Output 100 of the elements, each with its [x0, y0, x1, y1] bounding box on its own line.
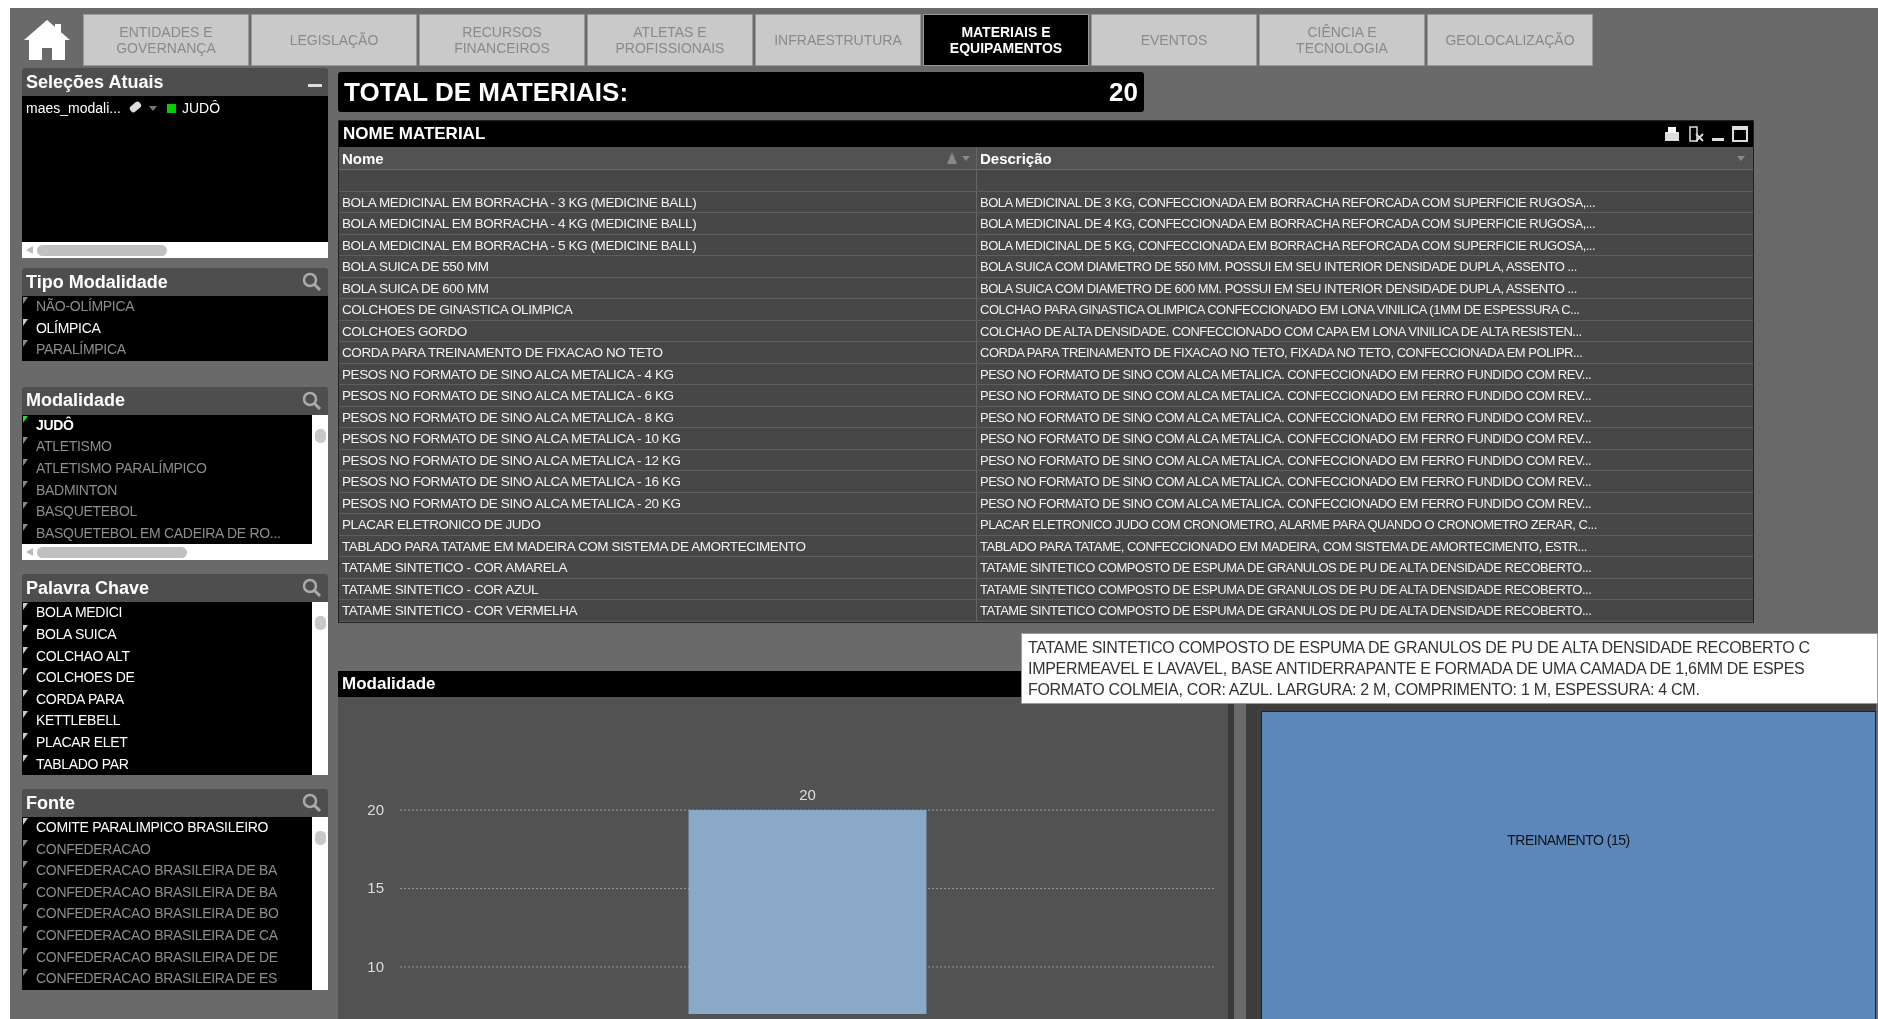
- printer-icon[interactable]: [1663, 125, 1681, 143]
- vertical-scrollbar[interactable]: [312, 602, 328, 776]
- vertical-scrollbar[interactable]: [312, 414, 328, 545]
- table-cell: PESOS NO FORMATO DE SINO ALCA METALICA - 16 KG: [339, 471, 977, 492]
- panel-title: Modalidade: [26, 390, 125, 412]
- table-cell-text: BOLA MEDICINAL DE 4 KG, CONFECCIONADA EM BORRACHA REFORCADA COM SUPERFICIE RUGOSA,...: [979, 215, 1597, 233]
- table-cell-text: BOLA MEDICINAL DE 3 KG, CONFECCIONADA EM BORRACHA REFORCADA COM SUPERFICIE RUGOSA,...: [979, 193, 1597, 212]
- treemap-tile[interactable]: TREINAMENTO (15): [1261, 710, 1876, 1019]
- table-cell-text: TATAME SINTETICO COMPOSTO DE ESPUMA DE GRANULOS DE PU DE ALTA DENSIDADE RECOBERTO...: [979, 580, 1593, 599]
- maximize-icon[interactable]: [1731, 125, 1749, 143]
- table-cell-text: CORDA PARA TREINAMENTO DE FIXACAO NO TETO, FIXADA NO TETO, CONFECCIONADA EM POLIPR...: [979, 344, 1584, 362]
- table-cell: PESOS NO FORMATO DE SINO ALCA METALICA - 8 KG: [339, 406, 977, 427]
- tooltip-text: IMPERMEAVEL E LAVAVEL, BASE ANTIDERRAPANTE E FORMADA DE UMA CAMADA DE 1,6MM DE ESPES: [1028, 659, 1806, 679]
- list-item[interactable]: CONFEDERACAO BRASILEIRA DE ES: [22, 968, 312, 990]
- table-cell-text: PESO NO FORMATO DE SINO COM ALCA METALICA. CONFECCIONADO EM FERRO FUNDIDO COM REV...: [979, 430, 1593, 448]
- list-item[interactable]: CONFEDERACAO BRASILEIRA DE BA: [22, 881, 312, 904]
- panel-title: Fonte: [26, 792, 75, 814]
- list-item[interactable]: BOLA MEDICI: [22, 602, 312, 624]
- table-cell-text: PLACAR ELETRONICO JUDO COM CRONOMETRO, ALARME PARA QUANDO O CRONOMETRO ZERAR, C...: [979, 516, 1598, 534]
- list-item[interactable]: KETTLEBELL: [22, 710, 312, 732]
- table-cell: BOLA SUICA DE 600 MM: [339, 277, 977, 298]
- table-cell: COLCHOES GORDO: [339, 320, 977, 341]
- vertical-scrollbar[interactable]: [312, 817, 328, 990]
- table-cell: CORDA PARA TREINAMENTO DE FIXACAO NO TETO: [339, 342, 977, 363]
- list-item[interactable]: COLCHAO ALT: [22, 645, 312, 668]
- table-cell: PLACAR ELETRONICO DE JUDO: [339, 514, 977, 535]
- table-title: NOME MATERIAL: [343, 124, 486, 144]
- table-cell: BOLA MEDICINAL EM BORRACHA - 4 KG (MEDICINE BALL): [339, 213, 977, 234]
- search-icon[interactable]: [302, 578, 322, 599]
- column-header[interactable]: Descrição: [980, 149, 1052, 167]
- horizontal-scrollbar[interactable]: [22, 242, 328, 258]
- axis-tick-label: 10: [367, 957, 384, 975]
- table-cell-text: TABLADO PARA TATAME, CONFECCIONADO EM MADEIRA, COM SISTEMA DE AMORTECIMENTO, ESTR...: [979, 537, 1588, 556]
- table-cell: TATAME SINTETICO - COR VERMELHA: [339, 600, 977, 621]
- table-cell: TATAME SINTETICO - COR AZUL: [339, 578, 977, 599]
- list-item[interactable]: ATLETISMO: [22, 436, 312, 458]
- list-item[interactable]: PARALÍMPICA: [22, 339, 328, 361]
- caret-icon[interactable]: [1737, 155, 1745, 161]
- list-item[interactable]: BASQUETEBOL EM CADEIRA DE RO...: [22, 522, 312, 545]
- table-cell: BOLA MEDICINAL EM BORRACHA - 5 KG (MEDICINE BALL): [339, 234, 977, 255]
- search-icon[interactable]: [302, 272, 322, 292]
- table-cell: PESOS NO FORMATO DE SINO ALCA METALICA - 4 KG: [339, 363, 977, 384]
- table-cell-text: PESO NO FORMATO DE SINO COM ALCA METALICA. CONFECCIONADO EM FERRO FUNDIDO COM REV...: [979, 408, 1593, 427]
- data-label: 20: [799, 785, 816, 803]
- table-cell: BOLA SUICA DE 550 MM: [339, 256, 977, 277]
- table-cell-text: PESO NO FORMATO DE SINO COM ALCA METALICA. CONFECCIONADO EM FERRO FUNDIDO COM REV...: [979, 387, 1593, 405]
- list-item[interactable]: ATLETISMO PARALÍMPICO: [22, 457, 312, 480]
- chart-title: Modalidade: [342, 673, 436, 694]
- left-arrow-icon[interactable]: [26, 548, 33, 557]
- list-item[interactable]: BASQUETEBOL: [22, 501, 312, 523]
- list-item[interactable]: CONFEDERACAO BRASILEIRA DE BA: [22, 860, 312, 882]
- tooltip-text: FORMATO COLMEIA, COR: AZUL. LARGURA: 2 M, COMPRIMENTO: 1 M, ESPESSURA: 4 CM.: [1028, 680, 1701, 700]
- table-cell-text: BOLA SUICA COM DIAMETRO DE 550 MM. POSSUI EM SEU INTERIOR DENSIDADE DUPLA, ASSENTO ...: [979, 258, 1578, 276]
- table-cell-text: PESO NO FORMATO DE SINO COM ALCA METALICA. CONFECCIONADO EM FERRO FUNDIDO COM REV...: [979, 494, 1593, 513]
- table-cell-text: COLCHAO PARA GINASTICA OLIMPICA CONFECCIONADO EM LONA VINILICA (1MM DE ESPESSURA C...: [979, 301, 1581, 319]
- column-header[interactable]: Nome: [342, 149, 384, 167]
- left-arrow-icon[interactable]: [26, 246, 33, 254]
- list-item[interactable]: NÃO-OLÍMPICA: [22, 296, 328, 318]
- home-icon[interactable]: [22, 18, 72, 62]
- list-item[interactable]: OLÍMPICA: [22, 317, 328, 340]
- table-cell-text: TATAME SINTETICO COMPOSTO DE ESPUMA DE GRANULOS DE PU DE ALTA DENSIDADE RECOBERTO...: [979, 602, 1593, 620]
- table-cell: PESOS NO FORMATO DE SINO ALCA METALICA - 12 KG: [339, 449, 977, 470]
- table-cell-text: COLCHAO DE ALTA DENSIDADE. CONFECCIONADO COM CAPA EM LONA VINILICA DE ALTA RESISTEN...: [979, 322, 1583, 341]
- selected-indicator-icon: [166, 103, 176, 113]
- table-cell: TABLADO PARA TATAME EM MADEIRA COM SISTEMA DE AMORTECIMENTO: [339, 535, 977, 556]
- tab[interactable]: MATERIAIS E EQUIPAMENTOS: [923, 14, 1089, 66]
- axis-tick-label: 20: [367, 800, 384, 818]
- search-icon[interactable]: [302, 793, 322, 814]
- minimize-icon[interactable]: [308, 83, 322, 87]
- panel-title: Seleções Atuais: [26, 71, 164, 93]
- list-item[interactable]: CORDA PARA: [22, 688, 312, 711]
- list-item[interactable]: CONFEDERACAO: [22, 838, 312, 861]
- caret-icon[interactable]: [148, 105, 157, 111]
- list-item[interactable]: BOLA SUICA: [22, 623, 312, 646]
- horizontal-scrollbar[interactable]: [22, 544, 328, 561]
- table-cell-text: BOLA MEDICINAL DE 5 KG, CONFECCIONADA EM BORRACHA REFORCADA COM SUPERFICIE RUGOSA,...: [979, 236, 1597, 255]
- list-item[interactable]: CONFEDERACAO BRASILEIRA DE BO: [22, 903, 312, 926]
- list-item[interactable]: TABLADO PAR: [22, 753, 312, 776]
- table-cell-text: PESO NO FORMATO DE SINO COM ALCA METALICA. CONFECCIONADO EM FERRO FUNDIDO COM REV...: [979, 473, 1593, 491]
- list-item[interactable]: PLACAR ELET: [22, 731, 312, 754]
- list-item[interactable]: CONFEDERACAO BRASILEIRA DE CA: [22, 925, 312, 947]
- list-item[interactable]: CONFEDERACAO BRASILEIRA DE DE: [22, 946, 312, 969]
- table-cell-text: BOLA SUICA COM DIAMETRO DE 600 MM. POSSUI EM SEU INTERIOR DENSIDADE DUPLA, ASSENTO ...: [979, 279, 1578, 298]
- panel-title: Palavra Chave: [26, 577, 150, 599]
- search-icon[interactable]: [302, 390, 322, 411]
- table-cell: BOLA MEDICINAL EM BORRACHA - 3 KG (MEDICINE BALL): [339, 191, 977, 212]
- export-icon[interactable]: [1687, 125, 1705, 143]
- list-item[interactable]: JUDÔ: [22, 414, 312, 437]
- panel-title: Tipo Modalidade: [26, 271, 168, 293]
- list-item[interactable]: COLCHOES DE: [22, 667, 312, 689]
- table-cell-text: PESO NO FORMATO DE SINO COM ALCA METALICA. CONFECCIONADO EM FERRO FUNDIDO COM REV...: [979, 451, 1593, 470]
- list-item[interactable]: COMITE PARALIMPICO BRASILEIRO: [22, 817, 312, 839]
- table-cell-text: PESO NO FORMATO DE SINO COM ALCA METALICA. CONFECCIONADO EM FERRO FUNDIDO COM REV...: [979, 365, 1593, 384]
- table-cell: TATAME SINTETICO - COR AMARELA: [339, 557, 977, 578]
- sort-icon[interactable]: [946, 151, 958, 165]
- caret-icon[interactable]: [962, 155, 970, 161]
- list-item[interactable]: BADMINTON: [22, 479, 312, 502]
- table-cell: COLCHOES DE GINASTICA OLIMPICA: [339, 299, 977, 320]
- table-cell: PESOS NO FORMATO DE SINO ALCA METALICA - 20 KG: [339, 492, 977, 513]
- field-name: maes_modali...: [26, 100, 121, 116]
